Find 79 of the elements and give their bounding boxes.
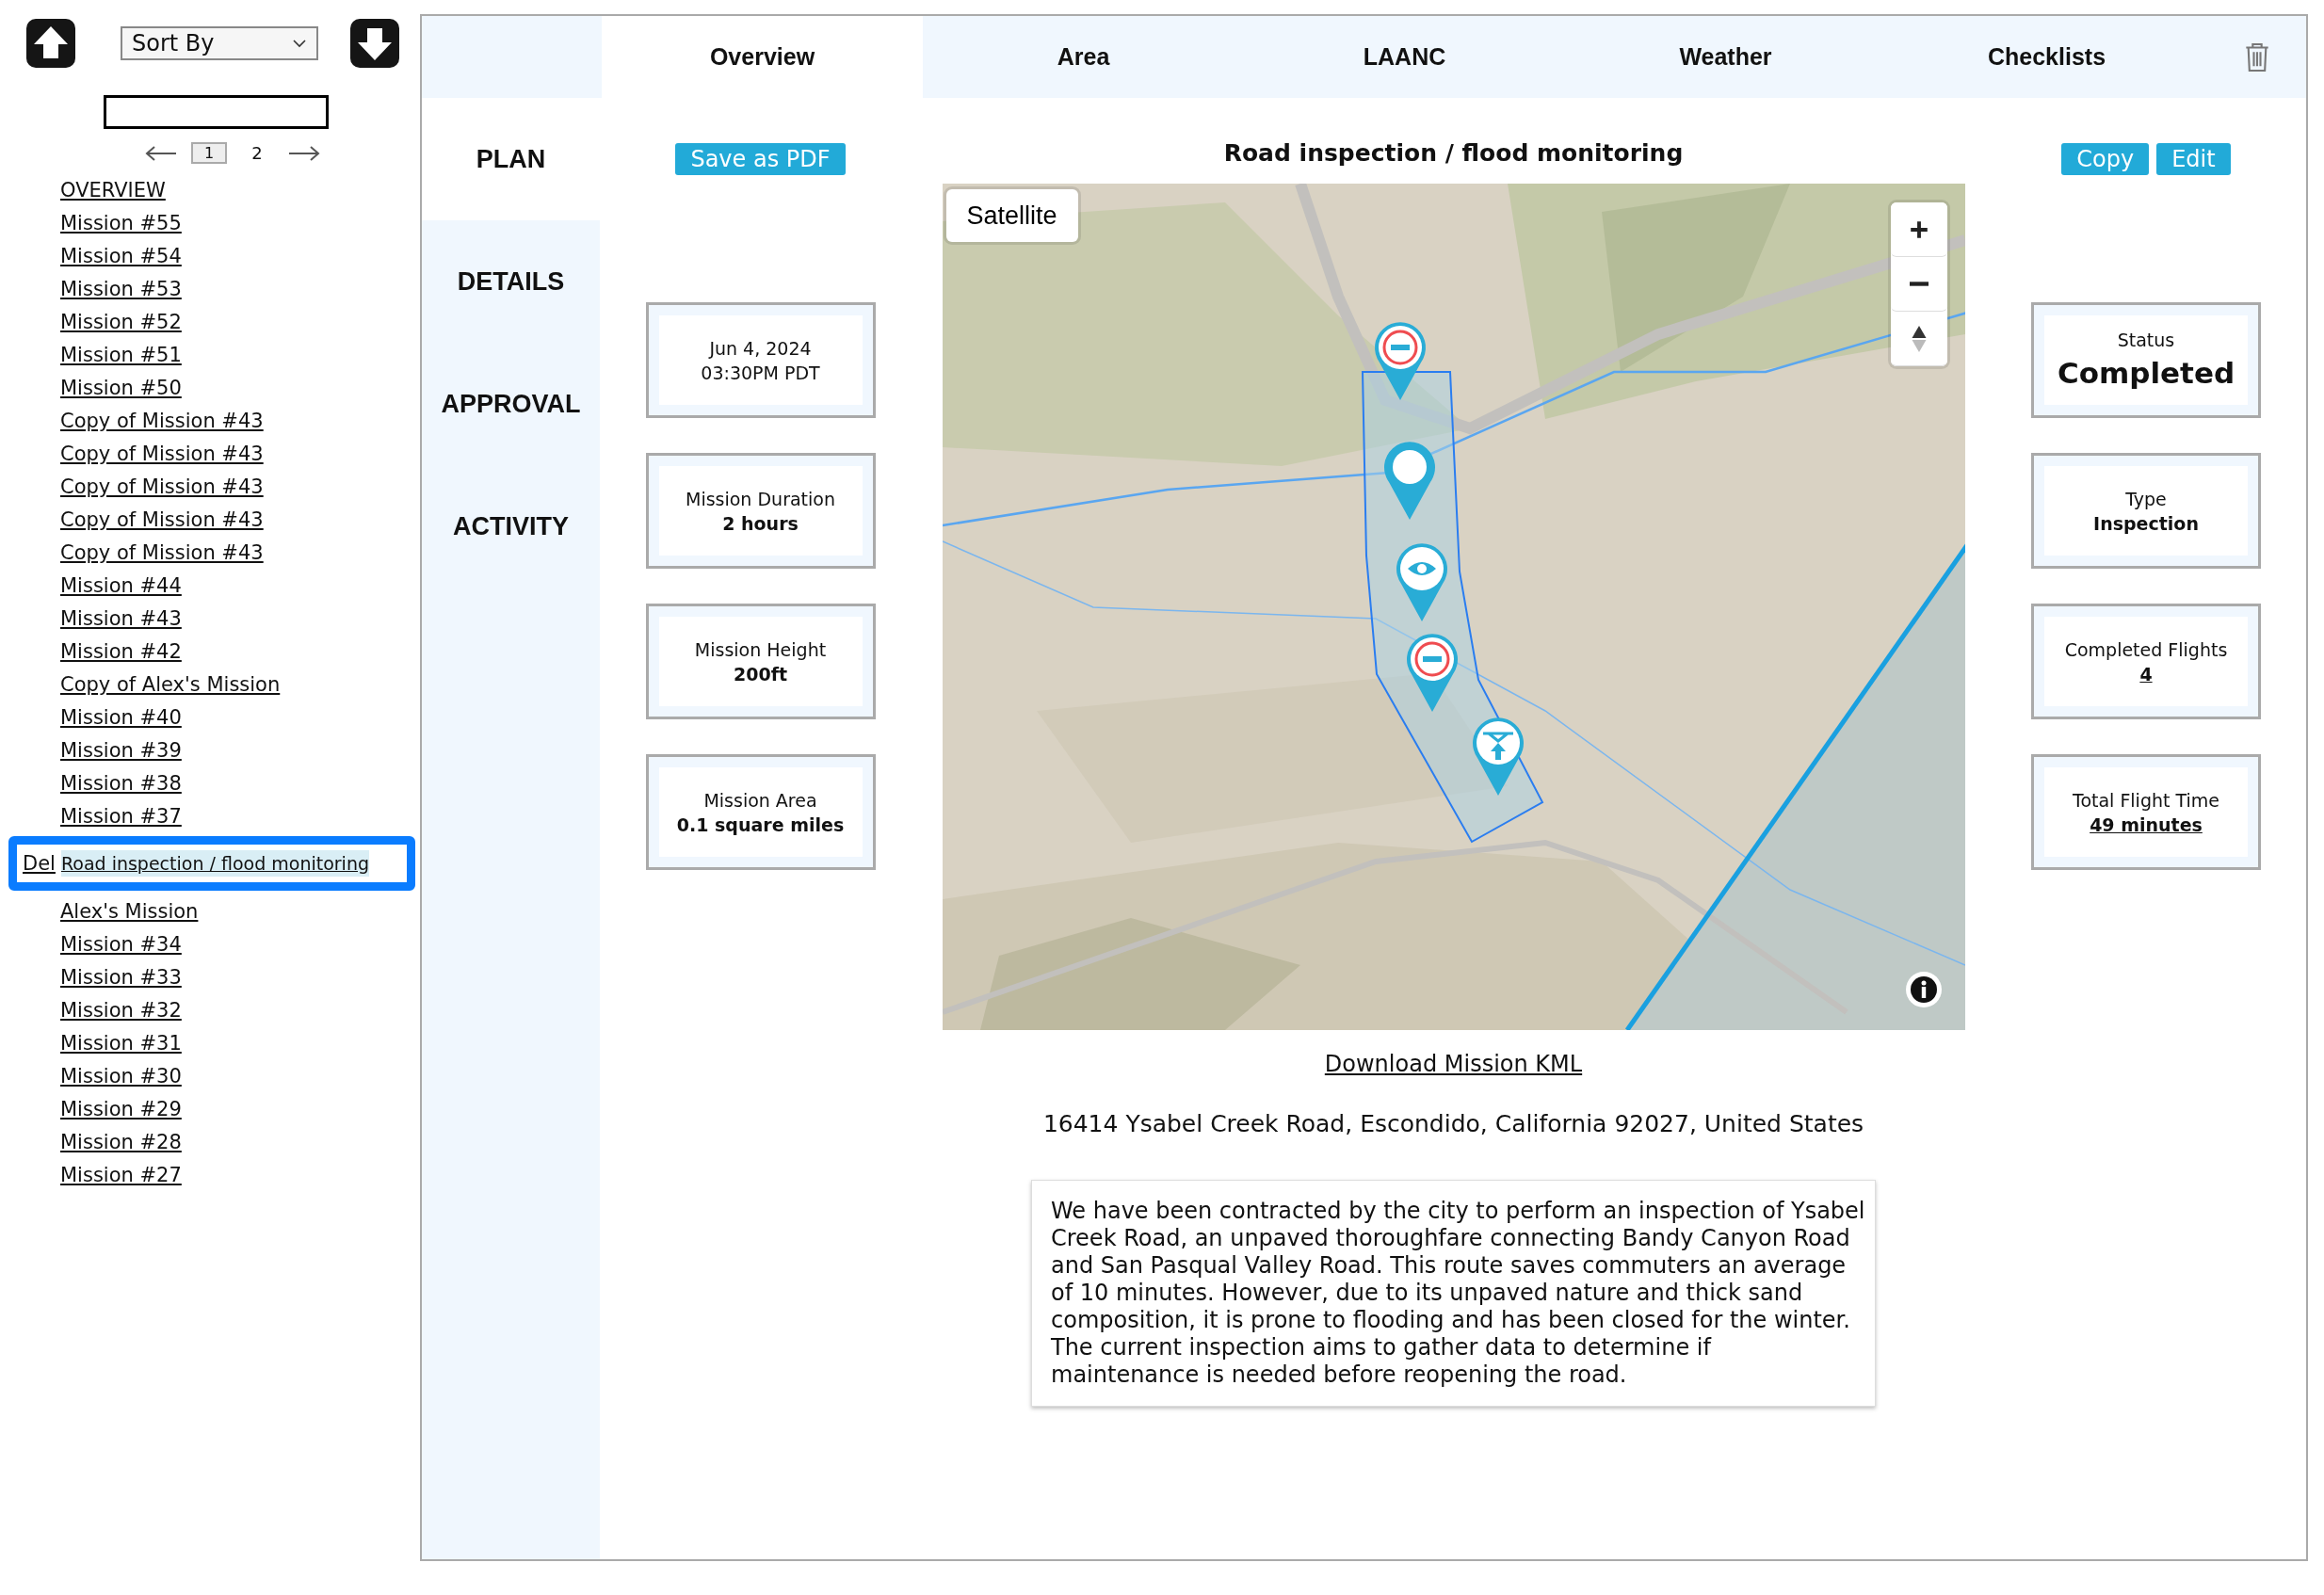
sidebar-link[interactable]: Road inspection / flood monitoring bbox=[60, 850, 369, 877]
download-kml-link[interactable]: Download Mission KML bbox=[1324, 1051, 1583, 1077]
delete-link[interactable]: Del bbox=[23, 852, 56, 875]
eye-pin-icon[interactable] bbox=[1396, 543, 1447, 621]
minus-icon bbox=[1909, 282, 1929, 286]
caret-icon bbox=[292, 39, 307, 48]
sidebar-link[interactable]: Mission #29 bbox=[60, 1097, 182, 1120]
sidebar-link[interactable]: Mission #43 bbox=[60, 606, 182, 630]
tab[interactable]: Checklists bbox=[1886, 16, 2207, 98]
sort-dropdown[interactable]: Sort By bbox=[121, 26, 318, 60]
card-value: 2 hours bbox=[722, 511, 799, 536]
card-text: Jun 4, 2024 bbox=[709, 336, 812, 361]
sidebar-link[interactable]: Mission #54 bbox=[60, 244, 182, 267]
search-field[interactable] bbox=[104, 95, 329, 129]
card-link[interactable]: 4 bbox=[2139, 661, 2153, 686]
previous-arrow-icon[interactable] bbox=[144, 144, 178, 162]
sidebar-link[interactable]: Mission #27 bbox=[60, 1163, 182, 1186]
card-label: Mission Duration bbox=[686, 487, 835, 511]
no-entry-pin-icon[interactable] bbox=[1374, 322, 1426, 400]
card-label: Mission Area bbox=[703, 788, 817, 813]
card-label: Total Flight Time bbox=[2073, 788, 2219, 813]
sidebar-link[interactable]: Copy of Mission #43 bbox=[60, 442, 264, 465]
sidebar-link[interactable]: Copy of Alex's Mission bbox=[60, 672, 281, 696]
sidebar-link[interactable]: Mission #51 bbox=[60, 343, 182, 366]
plus-icon bbox=[1908, 218, 1929, 240]
card-label: Mission Height bbox=[694, 637, 827, 662]
tab[interactable]: LAANC bbox=[1244, 16, 1565, 98]
tab[interactable]: Weather bbox=[1565, 16, 1886, 98]
sidebar-link[interactable]: Mission #39 bbox=[60, 738, 182, 762]
sidebar-link[interactable]: Mission #38 bbox=[60, 771, 182, 795]
zoom-in-button[interactable] bbox=[1890, 202, 1947, 257]
sidebar-link[interactable]: Mission #40 bbox=[60, 705, 182, 729]
card-value: 200ft bbox=[734, 662, 787, 686]
next-arrow-icon[interactable] bbox=[286, 144, 321, 162]
sidebar-link[interactable]: Mission #34 bbox=[60, 932, 182, 956]
info-icon[interactable] bbox=[1904, 971, 1943, 1008]
sidebar-link[interactable]: Mission #44 bbox=[60, 573, 182, 597]
sidebar-link[interactable]: Copy of Mission #43 bbox=[60, 540, 264, 564]
card-link[interactable]: 49 minutes bbox=[2090, 812, 2203, 837]
drone-pin-icon[interactable] bbox=[1472, 717, 1524, 796]
sidebar-link[interactable]: Copy of Mission #43 bbox=[60, 475, 264, 498]
sidebar-link[interactable]: Alex's Mission bbox=[60, 899, 199, 923]
card-value: 0.1 square miles bbox=[676, 813, 845, 837]
mission-address: 16414 Ysabel Creek Road, Escondido, California 92027, United States bbox=[1042, 1110, 1864, 1137]
sidebar-link[interactable]: Mission #53 bbox=[60, 277, 182, 300]
page-link[interactable]: 2 bbox=[240, 142, 274, 164]
section-link[interactable]: DETAILS bbox=[422, 220, 600, 343]
map[interactable]: Satellite bbox=[942, 184, 1965, 1030]
page-link[interactable]: 1 bbox=[191, 142, 228, 164]
sidebar-link[interactable]: Mission #28 bbox=[60, 1130, 182, 1153]
sidebar-link[interactable]: Copy of Mission #43 bbox=[60, 409, 264, 432]
sidebar-link[interactable]: Mission #32 bbox=[60, 998, 182, 1022]
sidebar-link[interactable]: Mission #55 bbox=[60, 211, 182, 234]
card-text: 03:30PM PDT bbox=[701, 361, 820, 385]
card-label: Completed Flights bbox=[2064, 637, 2228, 662]
section-link[interactable]: APPROVAL bbox=[422, 343, 600, 465]
map-pin-icon[interactable] bbox=[1383, 442, 1435, 520]
sidebar-link[interactable]: Mission #37 bbox=[60, 804, 182, 828]
tab[interactable]: Overview bbox=[602, 16, 923, 98]
sidebar-link[interactable]: Mission #52 bbox=[60, 310, 182, 333]
card-value: Inspection bbox=[2093, 511, 2199, 536]
card-label: Status bbox=[2117, 328, 2175, 352]
section-link[interactable]: PLAN bbox=[422, 98, 600, 220]
card-value: Completed bbox=[2057, 354, 2235, 392]
sidebar-link[interactable]: Copy of Mission #43 bbox=[60, 508, 264, 531]
mission-title: Road inspection / flood monitoring bbox=[1223, 139, 1684, 167]
trash-icon[interactable] bbox=[2244, 40, 2270, 73]
sidebar-link[interactable]: Mission #30 bbox=[60, 1064, 182, 1088]
sidebar-link[interactable]: OVERVIEW bbox=[60, 178, 166, 201]
satellite-button[interactable]: Satellite bbox=[945, 189, 1078, 242]
tab[interactable]: Area bbox=[923, 16, 1244, 98]
sidebar-link[interactable]: Mission #50 bbox=[60, 376, 182, 399]
no-entry-pin-icon[interactable] bbox=[1406, 634, 1458, 712]
sidebar-link[interactable]: Mission #31 bbox=[60, 1031, 182, 1055]
card-label: Type bbox=[2125, 487, 2167, 511]
sidebar-link[interactable]: Mission #33 bbox=[60, 965, 182, 989]
mission-description: We have been contracted by the city to perform an inspection of Ysabel Creek Road, an unpaved thoroughfare connecting Bandy Canyon Road and San Pasqual Valley Road. This route saves commuters an average of 10 minutes. However, due to its unpaved nature and thick sand composition, it is prone to flooding and has been closed for the winter. The current inspection aims to gather data to determine if maintenance is needed before reopening the road. bbox=[1031, 1180, 1876, 1407]
sidebar-link[interactable]: Mission #42 bbox=[60, 639, 182, 663]
section-link[interactable]: ACTIVITY bbox=[422, 465, 600, 588]
